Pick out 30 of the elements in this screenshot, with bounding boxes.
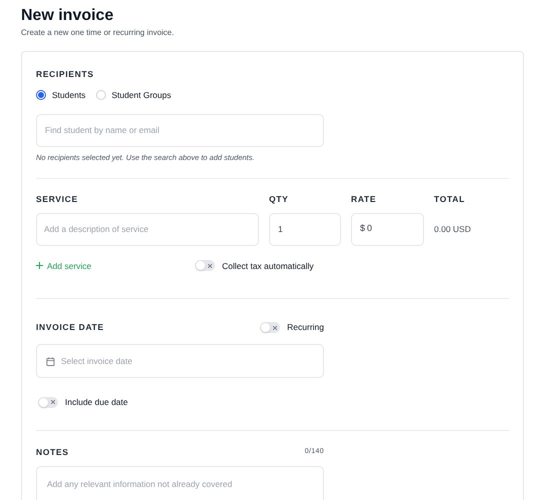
search-field[interactable]: Find student by name or email	[36, 114, 324, 146]
section-label: RECIPIENTS	[36, 68, 95, 81]
toggle-switch[interactable]	[38, 396, 58, 408]
calendar-icon	[46, 356, 55, 366]
column-header: RATE	[351, 192, 378, 206]
radio-button[interactable]	[36, 90, 46, 100]
column-header: SERVICE	[36, 192, 79, 206]
total-amount: 0.00 USD	[434, 222, 471, 236]
quantity-field[interactable]: 1	[269, 212, 341, 246]
service-field[interactable]: Add a description of service	[36, 212, 259, 246]
radio-option[interactable]: Students	[36, 88, 86, 102]
page-subtitle: Create a new one time or recurring invoice.	[21, 27, 175, 39]
date-placeholder: Select invoice date	[61, 354, 132, 368]
toggle-switch[interactable]	[260, 322, 280, 334]
plus-icon	[36, 262, 43, 270]
close-icon	[273, 326, 278, 330]
notes-field[interactable]: Add any relevant information not already covered	[36, 466, 324, 500]
close-icon	[51, 400, 55, 404]
section-label: NOTES	[36, 446, 69, 458]
rate-field[interactable]: $ 0	[351, 212, 424, 246]
page-title: New invoice	[21, 6, 114, 26]
toggle-label: Include due date	[65, 396, 128, 409]
toggle-label: Collect tax automatically	[222, 260, 314, 272]
column-header: TOTAL	[434, 192, 465, 206]
toggle-switch[interactable]	[195, 260, 215, 272]
close-icon	[208, 264, 212, 268]
radio-option[interactable]: Student Groups	[96, 88, 172, 102]
column-header: QTY	[269, 192, 290, 206]
toggle-label: Recurring	[287, 321, 324, 334]
section-label: INVOICE DATE	[36, 321, 104, 334]
